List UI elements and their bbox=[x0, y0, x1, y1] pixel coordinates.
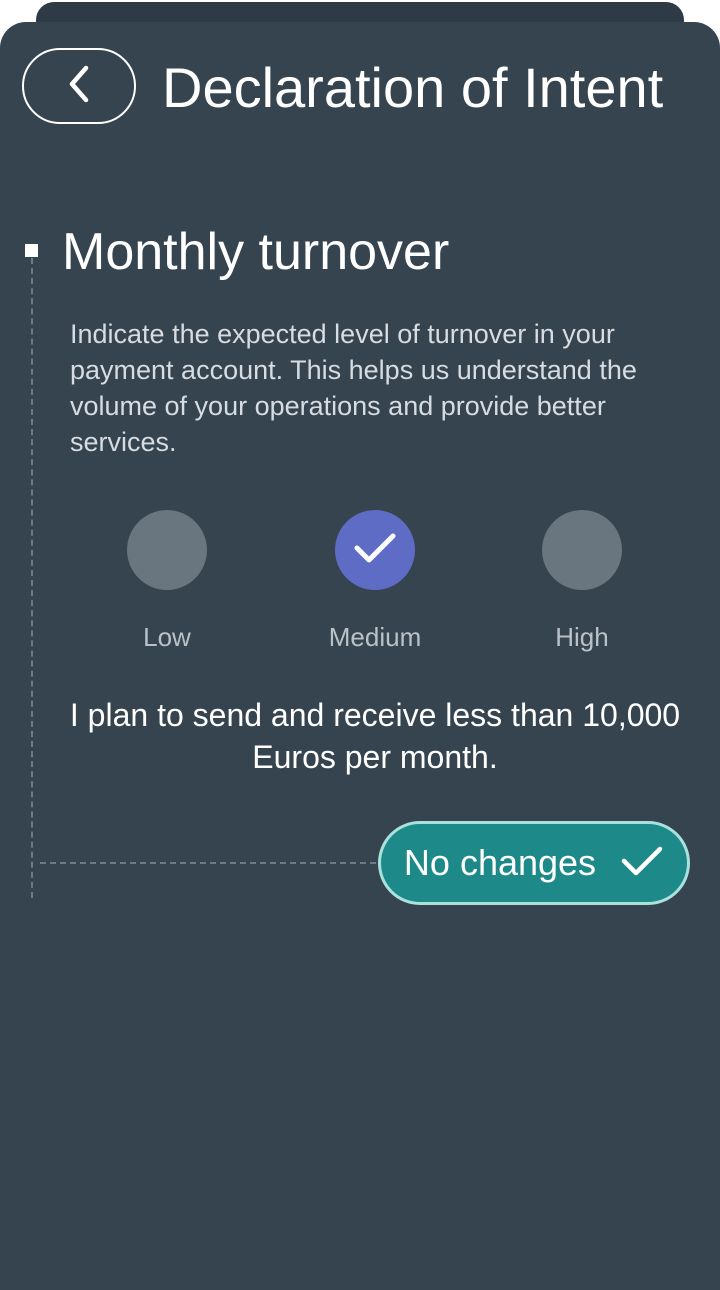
option-low[interactable]: Low bbox=[87, 510, 247, 654]
option-high[interactable]: High bbox=[502, 510, 662, 654]
no-changes-label: No changes bbox=[403, 842, 597, 883]
timeline-line bbox=[31, 258, 33, 898]
turnover-summary: I plan to send and receive less than 10,… bbox=[69, 697, 681, 775]
option-medium-radio[interactable] bbox=[335, 510, 415, 590]
option-medium-label: Medium bbox=[328, 622, 422, 652]
option-high-radio[interactable] bbox=[542, 510, 622, 590]
option-low-radio[interactable] bbox=[127, 510, 207, 590]
section-description: Indicate the expected level of turnover … bbox=[70, 319, 637, 457]
option-low-label: Low bbox=[143, 622, 191, 652]
timeline-marker bbox=[25, 244, 38, 257]
option-medium[interactable]: Medium bbox=[295, 510, 455, 654]
page-title: Declaration of Intent bbox=[162, 56, 664, 119]
back-button[interactable] bbox=[22, 48, 136, 124]
chevron-left-icon bbox=[64, 64, 94, 109]
check-icon bbox=[352, 530, 398, 571]
section-title: Monthly turnover bbox=[62, 223, 450, 281]
declaration-sheet: Declaration of Intent Monthly turnover I… bbox=[0, 22, 720, 1290]
check-icon bbox=[620, 844, 664, 883]
no-changes-button[interactable]: No changes bbox=[378, 821, 690, 905]
option-high-label: High bbox=[555, 622, 609, 652]
timeline-connector bbox=[40, 862, 376, 864]
